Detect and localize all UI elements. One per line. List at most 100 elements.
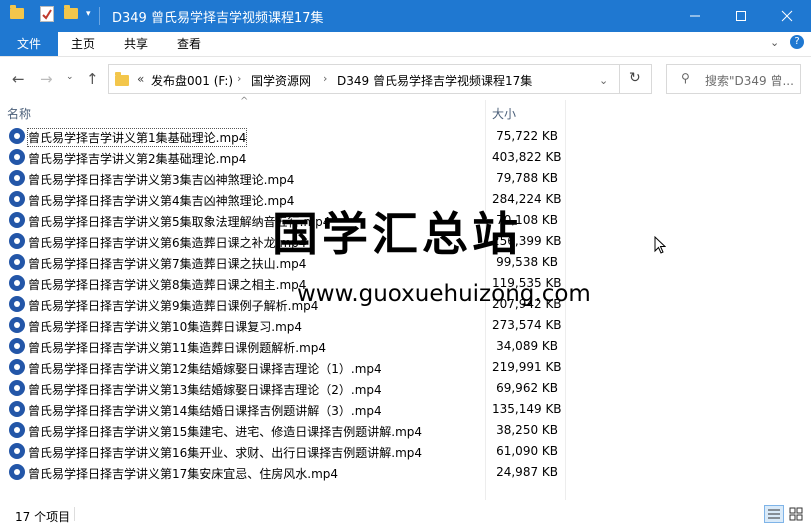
video-file-icon — [9, 212, 25, 228]
file-name: 曾氏易学择日择吉学讲义第6集造葬日课之补龙.mp4 — [28, 236, 307, 250]
address-row: ← → ⌄ ↑ « 发布盘001 (F:) › 国学资源网 › D349 曾氏易… — [0, 62, 811, 96]
sort-ascending-icon: ^ — [240, 96, 249, 107]
forward-arrow-icon[interactable]: → — [40, 70, 53, 88]
file-name: 曾氏易学择日择吉学讲义第9集造葬日课例子解析.mp4 — [28, 299, 319, 313]
search-input[interactable]: 搜索"D349 曾... — [705, 72, 794, 89]
file-row[interactable]: 曾氏易学择日择吉学讲义第17集安床宜忌、住房风水.mp4 24,987 KB — [0, 462, 600, 483]
file-row[interactable]: 曾氏易学择日择吉学讲义第11集造葬日课例题解析.mp4 34,089 KB — [0, 336, 600, 357]
item-count: 17 个项目 — [15, 510, 71, 524]
search-icon: ⚲ — [681, 71, 690, 85]
file-size: 34,089 KB — [496, 339, 558, 353]
window-title: D349 曾氏易学择吉学视频课程17集 — [112, 11, 324, 26]
file-name: 曾氏易学择日择吉学讲义第7集造葬日课之扶山.mp4 — [28, 257, 307, 271]
chevron-down-icon[interactable]: ⌄ — [770, 31, 779, 55]
breadcrumb-overflow[interactable]: « — [137, 72, 144, 86]
file-row[interactable]: 曾氏易学择日择吉学讲义第15集建宅、进宅、修造日课择吉例题讲解.mp4 38,25… — [0, 420, 600, 441]
column-header: 名称 ^ 大小 — [0, 96, 811, 124]
properties-icon[interactable] — [40, 6, 54, 22]
video-file-icon — [9, 338, 25, 354]
folder-icon — [10, 5, 24, 19]
file-row[interactable]: 曾氏易学择日择吉学讲义第3集吉凶神煞理论.mp4 79,788 KB — [0, 168, 600, 189]
file-row[interactable]: 曾氏易学择日择吉学讲义第14集结婚日课择吉例题讲解（3）.mp4 135,149 … — [0, 399, 600, 420]
watermark-title: 国学汇总站 — [272, 207, 522, 261]
file-size: 75,722 KB — [496, 129, 558, 143]
file-name: 曾氏易学择日择吉学讲义第14集结婚日课择吉例题讲解（3）.mp4 — [28, 404, 382, 418]
tab-share[interactable]: 共享 — [124, 32, 148, 56]
close-button[interactable] — [764, 0, 810, 32]
video-file-icon — [9, 275, 25, 291]
breadcrumb-folder[interactable]: 国学资源网 — [251, 72, 311, 89]
file-name: 曾氏易学择日择吉学讲义第12集结婚嫁娶日课择吉理论（1）.mp4 — [28, 362, 382, 376]
file-name: 曾氏易学择日择吉学讲义第3集吉凶神煞理论.mp4 — [28, 173, 295, 187]
breadcrumb-separator-icon[interactable]: › — [323, 72, 327, 85]
file-row[interactable]: 曾氏易学择吉学讲义第1集基础理论.mp4 75,722 KB — [0, 126, 600, 147]
minimize-button[interactable] — [672, 0, 718, 32]
details-view-button[interactable] — [764, 505, 784, 523]
file-size: 135,149 KB — [492, 402, 562, 416]
address-bar[interactable]: « 发布盘001 (F:) › 国学资源网 › D349 曾氏易学择吉学视频课程… — [108, 64, 652, 94]
new-folder-icon[interactable] — [64, 5, 78, 19]
file-row[interactable]: 曾氏易学择吉学讲义第2集基础理论.mp4 403,822 KB — [0, 147, 600, 168]
video-file-icon — [9, 149, 25, 165]
video-file-icon — [9, 443, 25, 459]
file-size: 38,250 KB — [496, 423, 558, 437]
file-name: 曾氏易学择日择吉学讲义第16集开业、求财、出行日课择吉例题讲解.mp4 — [28, 446, 423, 460]
watermark-url: www.guoxuehuizong.com — [297, 281, 591, 307]
file-name: 曾氏易学择日择吉学讲义第11集造葬日课例题解析.mp4 — [28, 341, 327, 355]
file-size: 24,987 KB — [496, 465, 558, 479]
file-size: 61,090 KB — [496, 444, 558, 458]
tab-view[interactable]: 查看 — [177, 32, 201, 56]
file-row[interactable]: 曾氏易学择日择吉学讲义第12集结婚嫁娶日课择吉理论（1）.mp4 219,991 … — [0, 357, 600, 378]
file-name: 曾氏易学择日择吉学讲义第15集建宅、进宅、修造日课择吉例题讲解.mp4 — [28, 425, 423, 439]
file-size: 273,574 KB — [492, 318, 562, 332]
file-size: 219,991 KB — [492, 360, 562, 374]
large-icons-view-button[interactable] — [787, 505, 807, 523]
video-file-icon — [9, 380, 25, 396]
status-bar: 17 个项目 — [0, 502, 811, 527]
video-file-icon — [9, 317, 25, 333]
file-row[interactable]: 曾氏易学择日择吉学讲义第10集造葬日课复习.mp4 273,574 KB — [0, 315, 600, 336]
file-name: 曾氏易学择吉学讲义第1集基础理论.mp4 — [26, 128, 248, 147]
video-file-icon — [9, 254, 25, 270]
file-name: 曾氏易学择日择吉学讲义第17集安床宜忌、住房风水.mp4 — [28, 467, 339, 481]
folder-icon — [115, 72, 129, 86]
tab-file[interactable]: 文件 — [0, 32, 58, 56]
video-file-icon — [9, 422, 25, 438]
file-size: 403,822 KB — [492, 150, 562, 164]
file-row[interactable]: 曾氏易学择日择吉学讲义第13集结婚嫁娶日课择吉理论（2）.mp4 69,962 K… — [0, 378, 600, 399]
column-name[interactable]: 名称 — [7, 105, 31, 122]
quick-access-dropdown-icon[interactable]: ▾ — [86, 9, 91, 19]
video-file-icon — [9, 233, 25, 249]
file-name: 曾氏易学择日择吉学讲义第13集结婚嫁娶日课择吉理论（2）.mp4 — [28, 383, 382, 397]
video-file-icon — [9, 296, 25, 312]
title-divider — [99, 7, 100, 25]
tab-home[interactable]: 主页 — [71, 32, 95, 56]
breadcrumb-drive[interactable]: 发布盘001 (F:) — [151, 72, 233, 89]
video-file-icon — [9, 191, 25, 207]
address-divider — [619, 65, 620, 93]
up-arrow-icon[interactable]: ↑ — [86, 70, 99, 88]
status-divider — [74, 507, 75, 521]
mouse-cursor-icon — [654, 235, 667, 257]
search-box[interactable]: ⚲ 搜索"D349 曾... — [666, 64, 801, 94]
file-name: 曾氏易学择日择吉学讲义第4集吉凶神煞理论.mp4 — [28, 194, 295, 208]
back-arrow-icon[interactable]: ← — [12, 70, 25, 88]
help-icon[interactable]: ? — [790, 35, 804, 49]
file-name: 曾氏易学择日择吉学讲义第10集造葬日课复习.mp4 — [28, 320, 303, 334]
address-dropdown-icon[interactable]: ⌄ — [599, 74, 608, 87]
breadcrumb-current[interactable]: D349 曾氏易学择吉学视频课程17集 — [337, 72, 532, 89]
file-name: 曾氏易学择吉学讲义第2集基础理论.mp4 — [28, 152, 247, 166]
refresh-icon[interactable]: ↻ — [629, 70, 641, 86]
file-row[interactable]: 曾氏易学择日择吉学讲义第16集开业、求财、出行日课择吉例题讲解.mp4 61,09… — [0, 441, 600, 462]
video-file-icon — [9, 401, 25, 417]
title-bar: ▾ D349 曾氏易学择吉学视频课程17集 — [0, 0, 811, 32]
column-size[interactable]: 大小 — [492, 105, 516, 122]
video-file-icon — [9, 170, 25, 186]
breadcrumb-separator-icon[interactable]: › — [237, 72, 241, 85]
file-name: 曾氏易学择日择吉学讲义第8集造葬日课之相主.mp4 — [28, 278, 307, 292]
video-file-icon — [9, 464, 25, 480]
recent-locations-icon[interactable]: ⌄ — [66, 72, 74, 82]
maximize-button[interactable] — [718, 0, 764, 32]
file-size: 79,788 KB — [496, 171, 558, 185]
video-file-icon — [9, 128, 25, 144]
